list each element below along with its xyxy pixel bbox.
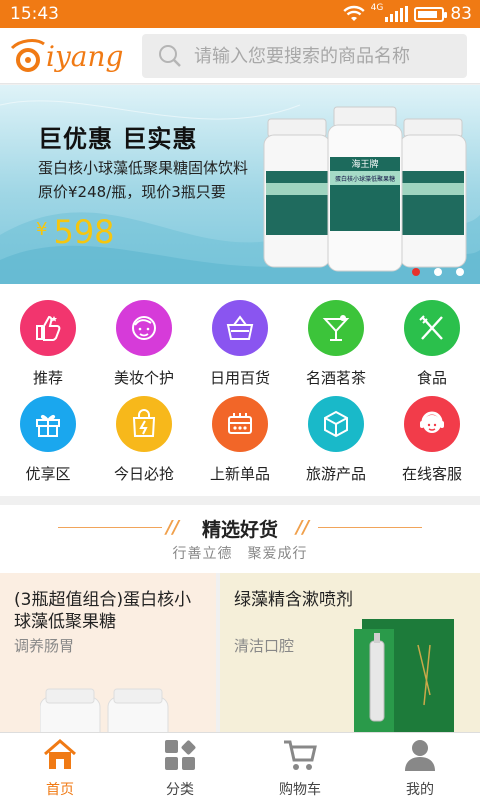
logo-text: iyang [46,40,123,73]
product-desc: 清洁口腔 [234,637,295,655]
category-recommend[interactable]: 推荐 [0,284,96,387]
tab-label: 分类 [166,782,194,798]
category-icon-bg [212,396,268,452]
category-icon-bg [116,396,172,452]
svg-text:蛋白核小球藻低聚果糖: 蛋白核小球藻低聚果糖 [335,175,395,183]
tab-cart[interactable]: 购物车 [240,733,360,800]
category-label: 上新单品 [209,465,270,483]
product-card[interactable]: 绿藻精含漱喷剂 清洁口腔 [220,573,480,733]
category-label: 在线客服 [401,465,462,483]
carousel-dot[interactable] [456,268,464,276]
category-premium[interactable]: 优享区 [0,380,96,483]
category-food[interactable]: 食品 [384,284,480,387]
tab-category[interactable]: 分类 [120,733,240,800]
category-grid-icon [165,740,196,770]
tab-me[interactable]: 我的 [360,733,480,800]
product-desc: 调养肠胃 [14,637,75,655]
service-agent-icon [420,411,444,433]
wifi-icon [343,5,365,21]
category-icon-bg [308,396,364,452]
face-icon [132,316,156,340]
status-bar: 15:43 4G 83 [0,0,480,28]
category-new-items[interactable]: 上新单品 [192,380,288,483]
category-grid: 推荐 美妆个护 日用百货 名酒茗茶 食品 优享区 今日必抢 上新单品 旅游产品 … [0,284,480,496]
promo-banner[interactable]: 巨优惠 巨实惠 蛋白核小球藻低聚果糖固体饮料 原价¥248/瓶，现价3瓶只要 ¥… [0,85,480,284]
category-icon-bg [116,300,172,356]
product-image [40,688,169,733]
gift-icon [36,414,60,437]
category-label: 今日必抢 [113,465,174,483]
category-travel[interactable]: 旅游产品 [288,380,384,483]
product-image [354,619,454,733]
category-icon-bg [404,396,460,452]
app-screen: { "status_bar": { "time": "15:43", "batt… [0,0,480,800]
category-wine-tea[interactable]: 名酒茗茶 [288,284,384,387]
user-icon [405,740,435,771]
category-label: 旅游产品 [305,465,366,483]
signal-icon [385,6,409,22]
fork-knife-icon [419,315,443,340]
banner-title: 巨优惠 巨实惠 [38,125,198,153]
product-bottles-image: 海王牌 蛋白核小球藻低聚果糖 [263,106,467,272]
thumbs-up-icon [36,315,61,341]
iyang-logo[interactable]: iyang [6,36,138,76]
cart-icon [284,740,317,770]
category-flash-sale[interactable]: 今日必抢 [96,380,192,483]
banner-offer: 原价¥248/瓶，现价3瓶只要 [38,183,226,201]
product-name: 绿藻精含漱喷剂 [234,590,353,610]
carousel-dots[interactable] [412,268,464,276]
section-subtitle: 行善立德 聚爱成行 [172,546,308,562]
tab-label: 购物车 [279,782,321,798]
section-title: 精选好货 [201,519,278,541]
status-time: 15:43 [10,4,59,24]
banner-price: ¥598 [36,213,115,251]
cube-icon [324,410,348,438]
network-type: 4G [370,3,384,13]
cocktail-icon [322,315,350,341]
tab-label: 我的 [406,782,434,798]
category-icon-bg [212,300,268,356]
category-label: 优享区 [25,465,71,483]
tab-label: 首页 [46,782,74,798]
category-daily[interactable]: 日用百货 [192,284,288,387]
category-customer-service[interactable]: 在线客服 [384,380,480,483]
top-header: iyang [0,28,480,84]
product-card[interactable]: (3瓶超值组合)蛋白核小球藻低聚果糖 调养肠胃 [0,573,216,733]
product-name: (3瓶超值组合)蛋白核小球藻低聚果糖 [14,590,192,632]
category-icon-bg [308,300,364,356]
shopping-bag-icon [132,409,156,437]
search-input[interactable] [194,34,459,78]
tab-home[interactable]: 首页 [0,733,120,800]
search-icon [159,45,181,67]
featured-section-header: // // 精选好货 行善立德 聚爱成行 [0,505,480,573]
search-box[interactable] [142,34,467,78]
battery-percent: 83 [450,4,472,24]
stove-icon [228,413,252,434]
category-icon-bg [20,300,76,356]
bottom-tab-bar: 首页 分类 购物车 我的 [0,732,480,800]
banner-product-name: 蛋白核小球藻低聚果糖固体饮料 [38,159,249,177]
battery-icon [414,6,448,22]
category-icon-bg [20,396,76,452]
category-beauty[interactable]: 美妆个护 [96,284,192,387]
category-icon-bg [404,300,460,356]
home-icon [44,739,76,769]
svg-text:海王牌: 海王牌 [351,158,378,170]
carousel-dot[interactable] [434,268,442,276]
basket-icon [226,315,254,340]
carousel-dot[interactable] [412,268,420,276]
